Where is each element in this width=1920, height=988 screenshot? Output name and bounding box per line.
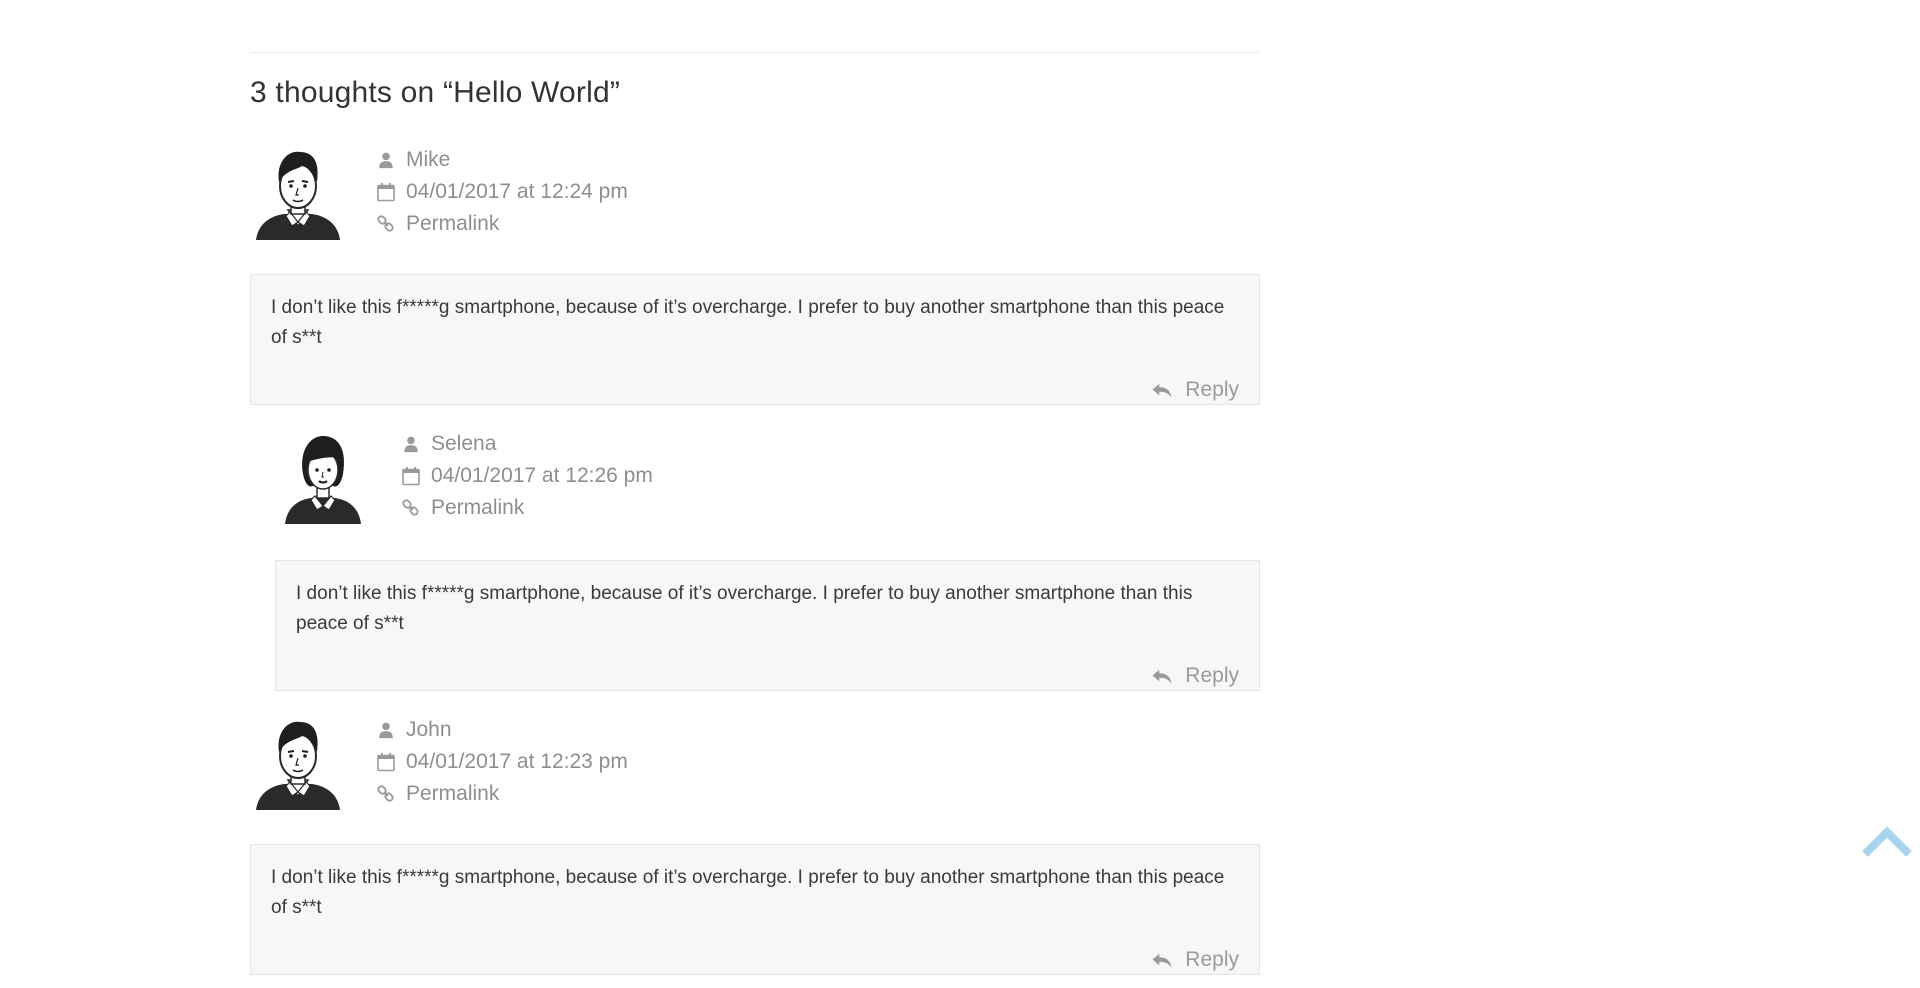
back-to-top-button[interactable] [1862, 824, 1912, 860]
permalink-link[interactable]: Permalink [406, 208, 499, 240]
comment-text: I don’t like this f*****g smartphone, be… [271, 297, 1225, 348]
comment-meta: Selena 04/01/2017 at 12:26 pm Permalink [401, 428, 653, 524]
comment-permalink[interactable]: Permalink [401, 492, 653, 524]
permalink-link[interactable]: Permalink [431, 492, 524, 524]
comment-text: I don’t like this f*****g smartphone, be… [271, 867, 1225, 918]
comment-date-text: 04/01/2017 at 12:26 pm [431, 464, 653, 487]
comment-date-text: 04/01/2017 at 12:23 pm [406, 750, 628, 773]
comment: John 04/01/2017 at 12:23 pm Permalink I … [250, 714, 1260, 975]
comment: Selena 04/01/2017 at 12:26 pm Permalink … [275, 428, 1260, 691]
permalink-link[interactable]: Permalink [406, 778, 499, 810]
comment-permalink[interactable]: Permalink [376, 208, 628, 240]
comment-author: Selena [401, 428, 653, 460]
link-icon [376, 214, 396, 234]
link-icon [376, 784, 396, 804]
divider [250, 52, 1260, 53]
author-name: John [406, 718, 452, 741]
comment-date: 04/01/2017 at 12:24 pm [376, 176, 628, 208]
reply-button[interactable]: Reply [1151, 378, 1239, 402]
comment: Mike 04/01/2017 at 12:24 pm Permalink I … [250, 144, 1260, 405]
link-icon [401, 498, 421, 518]
reply-label: Reply [1185, 948, 1239, 971]
reply-label: Reply [1185, 664, 1239, 687]
user-icon [376, 720, 396, 740]
calendar-icon [401, 466, 421, 486]
comment-author: John [376, 714, 628, 746]
reply-icon [1151, 951, 1173, 969]
comment-text: I don’t like this f*****g smartphone, be… [296, 583, 1193, 634]
reply-label: Reply [1185, 378, 1239, 401]
calendar-icon [376, 752, 396, 772]
reply-icon [1151, 667, 1173, 685]
comment-meta: John 04/01/2017 at 12:23 pm Permalink [376, 714, 628, 810]
author-name: Selena [431, 432, 497, 455]
avatar [275, 428, 371, 524]
comment-header: Selena 04/01/2017 at 12:26 pm Permalink [275, 428, 1260, 548]
comment-date: 04/01/2017 at 12:23 pm [376, 746, 628, 778]
avatar [250, 144, 346, 240]
comment-date: 04/01/2017 at 12:26 pm [401, 460, 653, 492]
reply-button[interactable]: Reply [1151, 948, 1239, 972]
comment-date-text: 04/01/2017 at 12:24 pm [406, 180, 628, 203]
comment-meta: Mike 04/01/2017 at 12:24 pm Permalink [376, 144, 628, 240]
comments-title: 3 thoughts on “Hello World” [250, 76, 621, 109]
calendar-icon [376, 182, 396, 202]
comment-permalink[interactable]: Permalink [376, 778, 628, 810]
comment-header: John 04/01/2017 at 12:23 pm Permalink [250, 714, 1260, 834]
chevron-up-icon [1862, 826, 1912, 857]
avatar [250, 714, 346, 810]
comment-author: Mike [376, 144, 628, 176]
comment-header: Mike 04/01/2017 at 12:24 pm Permalink [250, 144, 1260, 264]
user-icon [376, 150, 396, 170]
user-icon [401, 434, 421, 454]
comment-body: I don’t like this f*****g smartphone, be… [250, 844, 1260, 975]
comment-body: I don’t like this f*****g smartphone, be… [275, 560, 1260, 691]
comment-body: I don’t like this f*****g smartphone, be… [250, 274, 1260, 405]
reply-icon [1151, 381, 1173, 399]
author-name: Mike [406, 148, 451, 171]
comments-area: 3 thoughts on “Hello World” Mike 04/01/2… [250, 52, 1260, 975]
reply-button[interactable]: Reply [1151, 664, 1239, 688]
